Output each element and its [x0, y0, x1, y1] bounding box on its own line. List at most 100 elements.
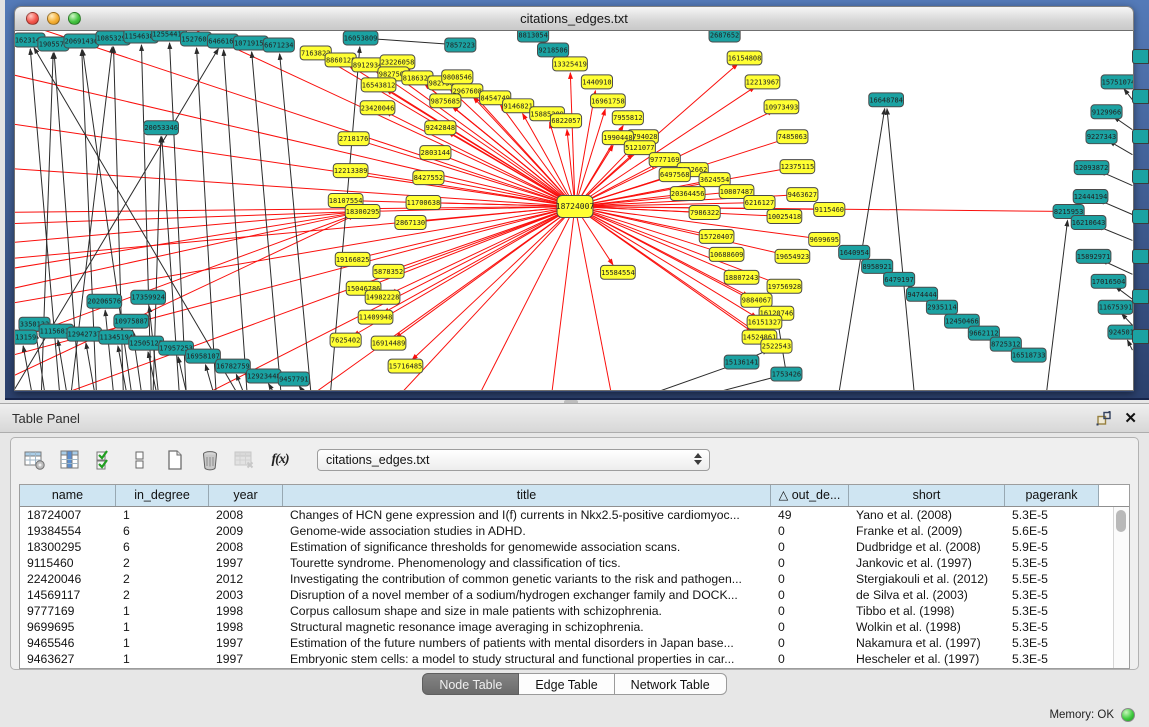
network-window-titlebar[interactable]: citations_edges.txt [14, 6, 1134, 31]
table-row[interactable]: 1938455462009Genome-wide association stu… [20, 523, 1129, 539]
graph-node-label: 7625402 [331, 337, 360, 345]
graph-node-label: 3913159 [15, 334, 36, 342]
table-cell: 5.3E-5 [1005, 603, 1099, 619]
graph-node-clipped[interactable] [1132, 49, 1149, 64]
graph-node-label: 1527602 [181, 35, 210, 43]
table-cell: Jankovic et al. (1997) [849, 555, 1005, 571]
graph-node-label: 8725312 [991, 341, 1020, 349]
graph-node-label: 2522543 [762, 343, 791, 351]
float-window-icon[interactable] [1095, 410, 1112, 427]
graph-node-clipped[interactable] [1132, 249, 1149, 264]
table-cell: 18724007 [20, 507, 116, 523]
table-cell: 2 [116, 555, 209, 571]
graph-node-label: 16151327 [748, 319, 782, 327]
table-selector-dropdown[interactable]: citations_edges.txt [317, 449, 710, 471]
select-all-icon[interactable] [93, 448, 117, 472]
tab-network-table[interactable]: Network Table [615, 673, 727, 695]
table-selector-value: citations_edges.txt [326, 453, 430, 467]
graph-node-label: 9242848 [426, 124, 455, 132]
table-cell: 2 [116, 587, 209, 603]
graph-node-clipped[interactable] [1132, 289, 1149, 304]
table-row[interactable]: 911546021997Tourette syndrome. Phenomeno… [20, 555, 1129, 571]
clear-selection-icon[interactable] [128, 448, 152, 472]
table-cell: Changes of HCN gene expression and I(f) … [283, 507, 771, 523]
delete-table-icon[interactable] [233, 448, 257, 472]
graph-node-clipped[interactable] [1132, 329, 1149, 344]
graph-node-clipped[interactable] [1132, 209, 1149, 224]
graph-node-label: 12213389 [334, 167, 368, 175]
graph-node-clipped[interactable] [1132, 169, 1149, 184]
graph-node-label: 2935114 [927, 304, 956, 312]
function-builder-icon[interactable]: f(x) [268, 448, 292, 472]
graph-node-label: 8958921 [862, 263, 891, 271]
graph-node-label: 11409948 [359, 314, 393, 322]
graph-node-label: 16154808 [728, 54, 762, 62]
table-row[interactable]: 1872400712008Changes of HCN gene express… [20, 507, 1129, 523]
column-header-out-de-[interactable]: △ out_de... [771, 485, 849, 506]
close-panel-icon[interactable]: ✕ [1124, 411, 1137, 427]
table-row[interactable]: 969969511998Structural magnetic resonanc… [20, 619, 1129, 635]
graph-node-label: 3624554 [700, 176, 729, 184]
table-row[interactable]: 1830029562008Estimation of significance … [20, 539, 1129, 555]
graph-node-label: 12213967 [746, 78, 780, 86]
table-cell: 5.3E-5 [1005, 635, 1099, 651]
graph-node-label: 16648784 [869, 96, 903, 104]
show-columns-icon[interactable] [58, 448, 82, 472]
new-column-icon[interactable] [163, 448, 187, 472]
table-panel-title: Table Panel [12, 411, 80, 426]
table-row[interactable]: 946362711997Embryonic stem cells: a mode… [20, 651, 1129, 667]
table-row[interactable]: 2242004622012Investigating the contribut… [20, 571, 1129, 587]
graph-node-label: 11345194 [99, 334, 133, 342]
graph-node-label: 2867130 [396, 219, 425, 227]
citation-graph[interactable]: 1872400771638228860128891293423226058982… [15, 31, 1133, 391]
graph-node-label: 12444194 [1074, 193, 1108, 201]
table-body: 1872400712008Changes of HCN gene express… [20, 507, 1129, 667]
graph-node-label: 13325419 [553, 60, 587, 68]
delete-column-icon[interactable] [198, 448, 222, 472]
graph-node-label: 18724007 [556, 202, 595, 211]
graph-node-label: 8912934 [353, 61, 382, 69]
graph-node-label: 8215953 [1054, 208, 1083, 216]
table-mode-icon[interactable] [23, 448, 47, 472]
network-canvas[interactable]: 1872400771638228860128891293423226058982… [14, 31, 1134, 391]
graph-node-label: 7857223 [446, 41, 475, 49]
table-cell: 0 [771, 539, 849, 555]
tab-edge-table[interactable]: Edge Table [519, 673, 614, 695]
graph-node-label: 9218506 [538, 46, 567, 54]
table-cell: 5.3E-5 [1005, 555, 1099, 571]
graph-node-label: 9875685 [431, 97, 460, 105]
scrollbar-thumb[interactable] [1116, 510, 1126, 532]
graph-node-clipped[interactable] [1132, 129, 1149, 144]
graph-node-clipped[interactable] [1132, 89, 1149, 104]
table-row[interactable]: 946554611997Estimation of the future num… [20, 635, 1129, 651]
graph-node-label: 19166825 [336, 256, 370, 264]
table-cell: Franke et al. (2009) [849, 523, 1005, 539]
column-header-in-degree[interactable]: in_degree [116, 485, 209, 506]
graph-node-label: 10719155 [234, 39, 268, 47]
graph-node-label: 6671234 [264, 41, 293, 49]
table-row[interactable]: 1456911722003Disruption of a novel membe… [20, 587, 1129, 603]
graph-node-label: 2803144 [421, 149, 450, 157]
table-cell: 0 [771, 635, 849, 651]
table-row[interactable]: 977716911998Corpus callosum shape and si… [20, 603, 1129, 619]
table-panel-box: f(x) citations_edges.txt namein_degreeye… [10, 437, 1139, 670]
column-header-pagerank[interactable]: pagerank [1005, 485, 1099, 506]
table-cell: 5.3E-5 [1005, 651, 1099, 667]
graph-node-label: 12093872 [1075, 164, 1109, 172]
column-header-name[interactable]: name [20, 485, 116, 506]
column-header-title[interactable]: title [283, 485, 771, 506]
graph-node-label: 18107554 [329, 197, 363, 205]
table-vertical-scrollbar[interactable] [1113, 507, 1129, 668]
graph-node-label: 9463627 [788, 191, 817, 199]
network-window-title: citations_edges.txt [15, 11, 1133, 26]
table-cell: Tibbo et al. (1998) [849, 603, 1005, 619]
column-header-year[interactable]: year [209, 485, 283, 506]
tab-node-table[interactable]: Node Table [422, 673, 519, 695]
graph-node-label: 11700638 [407, 199, 441, 207]
table-cell: 18300295 [20, 539, 116, 555]
table-cell: Stergiakouli et al. (2012) [849, 571, 1005, 587]
network-window[interactable]: citations_edges.txt 18724007716382288601… [14, 6, 1134, 392]
table-cell: 1 [116, 651, 209, 667]
graph-node-label: 7485063 [778, 133, 807, 141]
column-header-short[interactable]: short [849, 485, 1005, 506]
